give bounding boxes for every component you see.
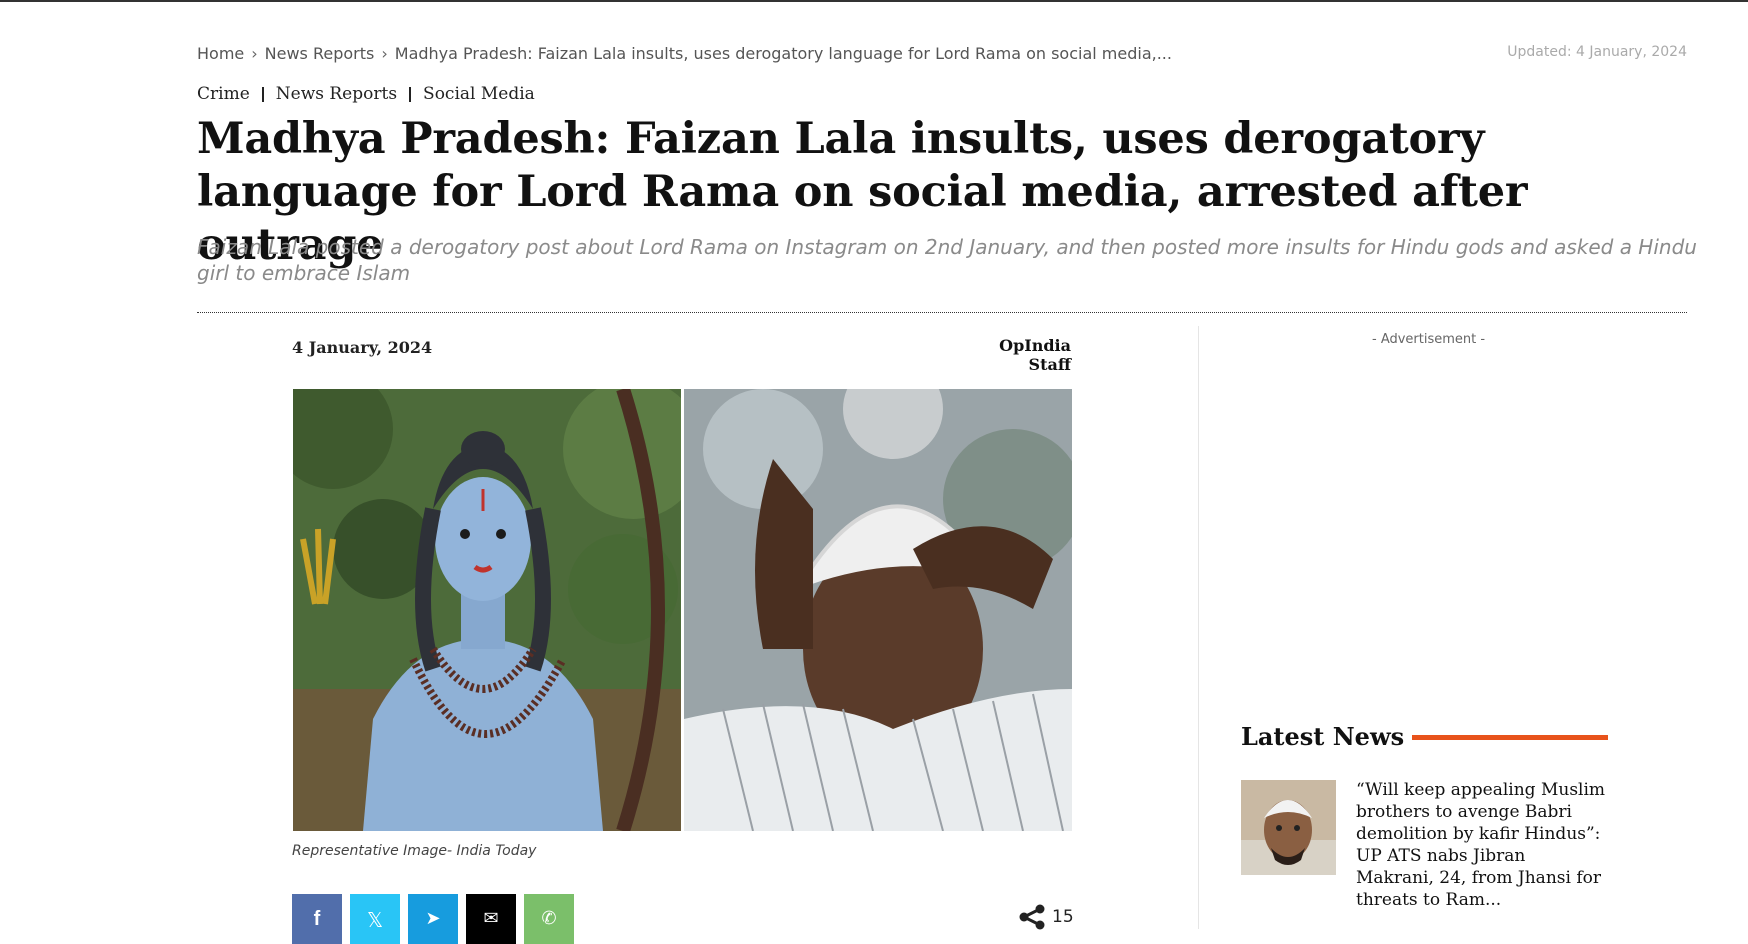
share-buttons: f 𝕏 ➤ ✉ ✆ bbox=[292, 894, 574, 944]
share-whatsapp-button[interactable]: ✆ bbox=[524, 894, 574, 944]
header-divider bbox=[197, 312, 1687, 313]
breadcrumb-news-reports[interactable]: News Reports bbox=[265, 44, 375, 63]
latest-news-item-title[interactable]: “Will keep appealing Muslim brothers to … bbox=[1356, 779, 1606, 911]
sidebar-divider bbox=[1198, 326, 1199, 929]
email-icon: ✉ bbox=[483, 908, 499, 929]
featured-image bbox=[293, 389, 1072, 831]
updated-date: Updated: 4 January, 2024 bbox=[1507, 44, 1687, 60]
advertisement-label: - Advertisement - bbox=[1372, 332, 1486, 347]
category-divider bbox=[409, 86, 412, 102]
category-social-media[interactable]: Social Media bbox=[423, 84, 535, 104]
category-crime[interactable]: Crime bbox=[197, 84, 250, 104]
latest-news-thumbnail[interactable] bbox=[1241, 780, 1336, 875]
browser-top-edge bbox=[0, 0, 1748, 2]
category-divider bbox=[261, 86, 264, 102]
x-icon: 𝕏 bbox=[366, 908, 384, 932]
share-x-button[interactable]: 𝕏 bbox=[350, 894, 400, 944]
breadcrumb-home[interactable]: Home bbox=[197, 44, 244, 63]
share-counter[interactable]: 15 bbox=[1018, 904, 1074, 930]
share-email-button[interactable]: ✉ bbox=[466, 894, 516, 944]
latest-news-accent-bar bbox=[1412, 735, 1608, 740]
whatsapp-icon: ✆ bbox=[541, 908, 557, 929]
breadcrumb-current-article: Madhya Pradesh: Faizan Lala insults, use… bbox=[394, 44, 1172, 63]
facebook-icon: f bbox=[313, 908, 321, 930]
share-count-value: 15 bbox=[1052, 907, 1074, 927]
category-news-reports[interactable]: News Reports bbox=[276, 84, 397, 104]
image-caption: Representative Image- India Today bbox=[292, 843, 537, 859]
breadcrumb-separator: › bbox=[381, 44, 388, 63]
latest-news-heading: Latest News bbox=[1241, 722, 1405, 751]
article-author[interactable]: OpIndia Staff bbox=[968, 336, 1071, 374]
breadcrumb-separator: › bbox=[251, 44, 258, 63]
share-telegram-button[interactable]: ➤ bbox=[408, 894, 458, 944]
breadcrumb: Home › News Reports › Madhya Pradesh: Fa… bbox=[197, 44, 1172, 63]
share-icon bbox=[1019, 904, 1045, 930]
article-subtitle: Faizan Lala posted a derogatory post abo… bbox=[197, 235, 1697, 285]
share-facebook-button[interactable]: f bbox=[292, 894, 342, 944]
category-links: Crime News Reports Social Media bbox=[197, 84, 535, 104]
telegram-icon: ➤ bbox=[425, 908, 441, 929]
article-date: 4 January, 2024 bbox=[292, 338, 433, 357]
